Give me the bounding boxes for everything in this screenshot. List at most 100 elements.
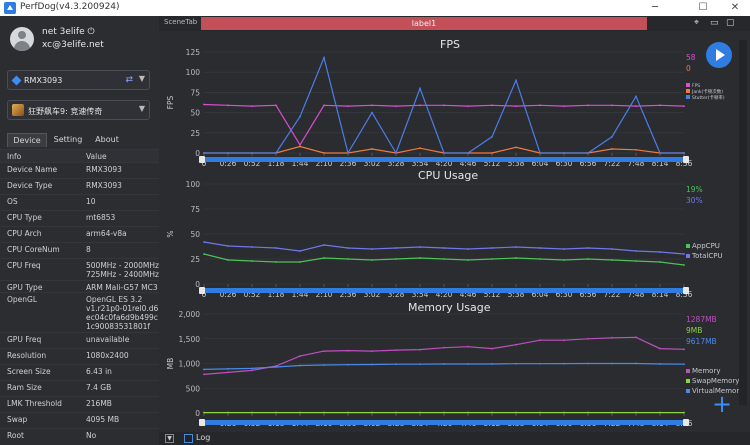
y-tick-label: 125 (186, 48, 201, 57)
minimize-button[interactable]: ─ (644, 1, 666, 15)
data-point (419, 147, 421, 150)
data-point (683, 363, 685, 366)
data-point (563, 411, 565, 414)
data-point (419, 104, 421, 107)
data-point (419, 87, 421, 90)
row-value: 7.4 GB (86, 383, 112, 392)
data-point (299, 145, 301, 148)
data-point (635, 362, 637, 365)
data-point (251, 369, 253, 372)
row-value: RMX3093 (86, 165, 122, 174)
row-value: OpenGL ES 3.2 v1.r21p0-01rel0.d6 ec04c0f… (86, 295, 159, 331)
log-checkbox[interactable] (184, 434, 193, 443)
data-point (251, 260, 253, 262)
data-point (563, 259, 565, 261)
data-point (515, 246, 517, 248)
row-value: 216MB (86, 399, 112, 408)
data-point (635, 411, 637, 414)
y-axis-label: FPS (166, 95, 175, 109)
legend-label: AppCPU (692, 242, 720, 250)
timeline-scrollbar (199, 288, 689, 293)
data-point (299, 250, 301, 252)
row-value: arm64-v8a (86, 229, 127, 238)
timeline-handle-right (683, 156, 689, 163)
data-point (683, 348, 685, 351)
legend-label: Stutter(卡顿率) (692, 94, 725, 101)
tab-about[interactable]: About (89, 133, 125, 147)
avatar[interactable] (10, 27, 34, 51)
add-chart-button[interactable]: + (712, 390, 732, 418)
data-point (539, 104, 541, 107)
table-row: CPU Freq 500MHz - 2000MHz 725MHz - 2400MH… (0, 258, 159, 280)
data-point (323, 411, 325, 414)
data-point (587, 337, 589, 340)
table-row: OS 10 (0, 194, 159, 210)
data-point (587, 411, 589, 414)
table-row: LMK Threshold 216MB (0, 396, 159, 412)
app-icon (12, 104, 24, 116)
timeline-scrollbar (199, 420, 689, 425)
current-value: 58 (686, 53, 696, 62)
data-point (347, 105, 349, 108)
user-name: net 3elife ⏻ (42, 27, 95, 37)
data-point (323, 152, 325, 154)
data-point (443, 411, 445, 414)
collapse-icon[interactable]: ▼ (165, 434, 174, 443)
app-select[interactable]: 狂野飙车9: 竞速传奇 ▼ (7, 100, 150, 120)
row-key: CPU Freq (7, 261, 41, 270)
close-button[interactable]: ✕ (724, 1, 746, 15)
legend-label: TotalCPU (691, 252, 723, 260)
row-key: Resolution (7, 351, 47, 360)
data-point (611, 135, 613, 138)
vertical-scrollbar[interactable] (739, 40, 747, 405)
data-point (563, 339, 565, 342)
data-point (635, 95, 637, 98)
y-tick-label: 75 (190, 205, 200, 214)
data-point (395, 247, 397, 249)
y-tick-label: 25 (190, 129, 200, 138)
table-header: Info Value (0, 149, 159, 162)
legend-swatch (686, 254, 690, 258)
play-button[interactable] (706, 42, 732, 68)
data-point (227, 411, 229, 414)
tab-device[interactable]: Device (7, 133, 47, 147)
row-key: LMK Threshold (7, 399, 62, 408)
legend-label: Jank(卡顿次数) (691, 88, 723, 95)
data-point (419, 257, 421, 259)
timeline-handle-left (199, 287, 205, 294)
data-point (491, 135, 493, 138)
row-value: 500MHz - 2000MHz 725MHz - 2400MHz (86, 261, 159, 279)
row-value: 1080x2400 (86, 351, 129, 360)
data-point (251, 105, 253, 108)
data-point (323, 244, 325, 246)
data-point (515, 411, 517, 414)
data-point (395, 363, 397, 366)
data-point (467, 411, 469, 414)
data-point (611, 259, 613, 261)
device-select[interactable]: RMX3093 ⇄ ▼ (7, 70, 150, 90)
data-point (395, 258, 397, 260)
connection-icon[interactable]: ⇄ (125, 75, 133, 85)
row-key: Ram Size (7, 383, 42, 392)
data-point (467, 105, 469, 108)
data-point (227, 259, 229, 261)
perfdog-logo-icon (4, 2, 16, 14)
data-point (419, 363, 421, 366)
data-point (251, 367, 253, 370)
data-point (299, 355, 301, 357)
tab-setting[interactable]: Setting (49, 133, 87, 147)
data-point (227, 104, 229, 107)
data-point (203, 253, 205, 255)
data-point (515, 79, 517, 82)
data-point (371, 148, 373, 150)
maximize-button[interactable]: ☐ (692, 1, 714, 15)
y-tick-label: 2,000 (179, 310, 201, 319)
data-point (227, 371, 229, 374)
data-point (635, 148, 637, 151)
data-point (563, 152, 565, 154)
data-point (587, 258, 589, 260)
table-row: GPU Freq unavailable (0, 332, 159, 348)
row-key: CPU CoreNum (7, 245, 60, 254)
table-row: Resolution 1080x2400 (0, 348, 159, 364)
current-value: 30% (686, 196, 703, 205)
